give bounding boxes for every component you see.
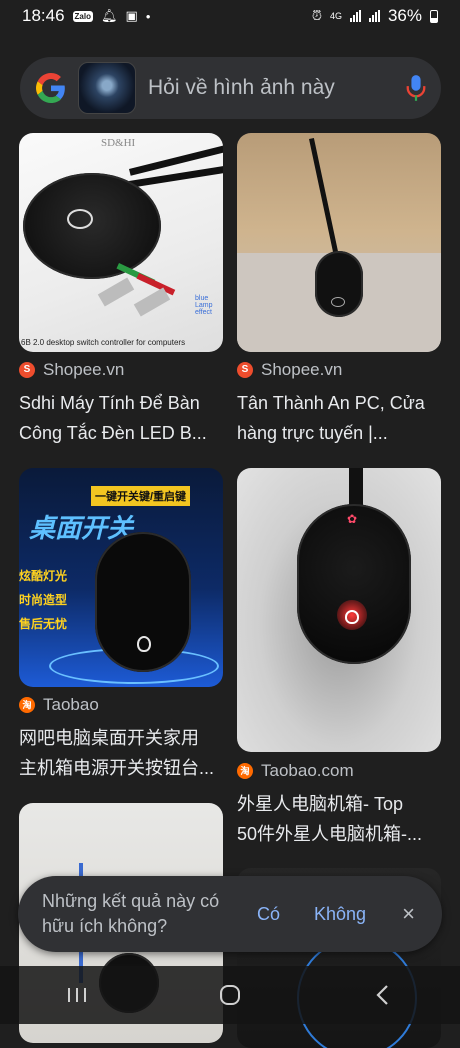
source-label: Shopee.vn	[43, 360, 125, 379]
taobao-icon: 淘	[19, 697, 35, 713]
battery-icon	[430, 9, 438, 23]
title-line: Tân Thành An PC, Cửa	[237, 393, 425, 413]
status-time: 18:46	[22, 6, 65, 25]
status-bar: 18:46 Zalo 🔔︎ ▣ • ⏰︎ 4G 36%	[0, 0, 460, 32]
alarm-icon: ⏰︎	[311, 8, 322, 23]
result-title[interactable]: Sdhi Máy Tính Để Bàn Công Tắc Đèn LED B.…	[19, 388, 225, 448]
recent-apps-icon	[67, 988, 86, 1002]
zalo-icon: Zalo	[72, 10, 93, 22]
signal-icon	[349, 10, 361, 22]
source-label: Taobao.com	[261, 761, 354, 780]
feedback-yes-button[interactable]: Có	[257, 904, 280, 925]
title-line: hàng trực tuyến |...	[237, 423, 388, 443]
network-label: 4G	[329, 10, 342, 21]
dot-icon: •	[145, 8, 151, 24]
result-source[interactable]: 淘 Taobao.com	[237, 761, 354, 781]
home-icon	[219, 985, 240, 1005]
result-image[interactable]: 一键开关键/重启键 桌面开关 炫酷灯光 时尚造型 售后无忧	[19, 468, 223, 687]
query-image-thumbnail[interactable]	[78, 62, 136, 114]
result-title[interactable]: 网吧电脑桌面开关家用 主机箱电源开关按钮台...	[19, 723, 225, 783]
gallery-icon: ▣	[125, 8, 138, 23]
title-line: Sdhi Máy Tính Để Bàn	[19, 393, 200, 413]
back-button[interactable]	[363, 975, 403, 1015]
result-title[interactable]: 外星人电脑机箱- Top 50件外星人电脑机箱-...	[237, 789, 443, 849]
result-title[interactable]: Tân Thành An PC, Cửa hàng trực tuyến |..…	[237, 388, 443, 448]
result-source[interactable]: S Shopee.vn	[19, 360, 124, 380]
shopee-icon: S	[19, 362, 35, 378]
result-image[interactable]	[237, 133, 441, 352]
back-icon	[376, 985, 389, 1005]
status-left: 18:46 Zalo 🔔︎ ▣ •	[22, 6, 150, 26]
result-source[interactable]: S Shopee.vn	[237, 360, 342, 380]
navigation-bar	[0, 966, 460, 1024]
signal-icon-2	[368, 10, 380, 22]
title-line: Công Tắc Đèn LED B...	[19, 423, 207, 443]
google-logo-icon[interactable]	[36, 73, 66, 103]
battery-percent: 36%	[387, 6, 422, 25]
result-image[interactable]: ✿	[237, 468, 441, 752]
title-line: 主机箱电源开关按钮台...	[19, 758, 215, 778]
taobao-icon: 淘	[237, 763, 253, 779]
image-banner-text: 一键开关键/重启键	[91, 486, 191, 506]
title-line: 外星人电脑机箱- Top	[237, 794, 404, 814]
feedback-question: Những kết quả này có hữu ích không?	[42, 891, 220, 936]
result-image[interactable]: SD&HI blue Lamp effect 6B 2.0 desktop swi…	[19, 133, 223, 352]
mic-icon[interactable]	[405, 73, 427, 103]
status-right: ⏰︎ 4G 36%	[312, 6, 438, 26]
search-bar[interactable]: Hỏi về hình ảnh này	[20, 57, 441, 119]
close-icon[interactable]: ×	[402, 901, 415, 927]
image-caption-text: 6B 2.0 desktop switch controller for com…	[21, 338, 186, 347]
image-side-text: 炫酷灯光	[19, 569, 68, 583]
home-button[interactable]	[210, 975, 250, 1015]
recent-apps-button[interactable]	[57, 975, 97, 1015]
feedback-prompt: Những kết quả này có hữu ích không? Có K…	[18, 876, 442, 952]
title-line: 50件外星人电脑机箱-...	[237, 824, 423, 844]
image-brand-text: SD&HI	[101, 137, 136, 149]
title-line: 网吧电脑桌面开关家用	[19, 728, 199, 748]
result-source[interactable]: 淘 Taobao	[19, 695, 99, 715]
bell-icon: 🔔︎	[101, 8, 118, 23]
image-side-text: 时尚造型	[19, 593, 68, 607]
image-side-text: 售后无忧	[19, 617, 68, 631]
source-label: Shopee.vn	[261, 360, 343, 379]
source-label: Taobao	[43, 695, 99, 714]
feedback-no-button[interactable]: Không	[314, 904, 366, 925]
search-input[interactable]: Hỏi về hình ảnh này	[148, 76, 405, 100]
shopee-icon: S	[237, 362, 253, 378]
